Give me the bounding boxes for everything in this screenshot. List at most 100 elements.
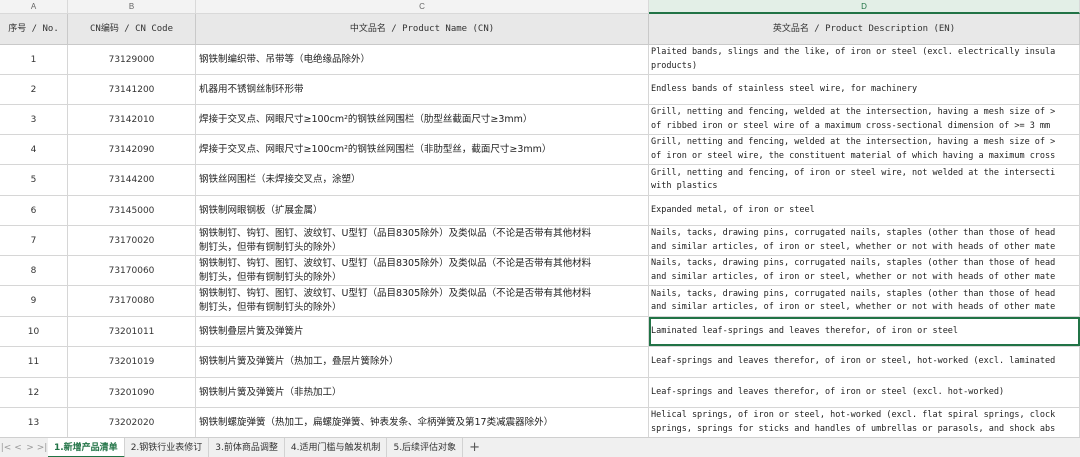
column-letter-bar: A B C D <box>0 0 1080 14</box>
cell-no[interactable]: 7 <box>0 226 68 255</box>
cell-product-name-cn[interactable]: 钢铁制片簧及弹簧片（热加工，叠层片簧除外） <box>196 347 649 377</box>
cell-product-name-cn[interactable]: 钢铁丝网围栏（未焊接交叉点，涂塑） <box>196 165 649 195</box>
cell-cn-code[interactable]: 73142090 <box>68 135 196 164</box>
cell-no[interactable]: 10 <box>0 317 68 346</box>
column-letter-b[interactable]: B <box>68 0 196 14</box>
cell-text-line: Nails, tacks, drawing pins, corrugated n… <box>651 288 1056 299</box>
cell-text-line: 钢铁丝网围栏（未焊接交叉点，涂塑） <box>199 174 361 185</box>
cell-product-name-cn[interactable]: 机器用不锈钢丝制环形带 <box>196 75 649 104</box>
table-row: 12 73201090 钢铁制片簧及弹簧片（非热加工） Leaf-springs an… <box>0 378 1080 408</box>
cell-text-line: springs, springs for sticks and handles … <box>651 423 1056 434</box>
sheet-tab-3[interactable]: 3.前体商品调整 <box>209 437 285 457</box>
cell-text-line: 制钉头，但带有铜制钉头的除外） <box>199 302 342 313</box>
table-row: 5 73144200 钢铁丝网围栏（未焊接交叉点，涂塑） Grill, netting… <box>0 165 1080 196</box>
next-sheet-arrow-icon[interactable]: > <box>24 438 36 457</box>
sheet-tab-5[interactable]: 5.后续评估对象 <box>387 437 464 457</box>
cell-no[interactable]: 2 <box>0 75 68 104</box>
cell-product-description-en[interactable]: Leaf-springs and leaves therefor, of iro… <box>649 347 1080 377</box>
cell-text-line: 钢铁制片簧及弹簧片（非热加工） <box>199 386 342 398</box>
cell-no[interactable]: 5 <box>0 165 68 195</box>
cell-text-line: 钢铁制钉、钩钉、图钉、波纹钉、U型钉（品目8305除外）及类似品（不论是否带有其… <box>199 227 592 239</box>
cell-product-name-cn[interactable]: 钢铁制网眼钢板（扩展金属） <box>196 196 649 225</box>
cell-text-line: products) <box>651 60 698 71</box>
cell-no[interactable]: 6 <box>0 196 68 225</box>
add-sheet-icon[interactable]: + <box>463 438 486 457</box>
cell-no[interactable]: 8 <box>0 256 68 285</box>
cell-no[interactable]: 4 <box>0 135 68 164</box>
cell-text-line: 制钉头，但带有铜制钉头的除外） <box>199 271 342 283</box>
cell-text-line: 制钉头，但带有铜制钉头的除外） <box>199 241 342 253</box>
cell-text-line: 机器用不锈钢丝制环形带 <box>199 83 304 95</box>
cell-cn-code[interactable]: 73201011 <box>68 317 196 346</box>
cell-product-description-en[interactable]: Plaited bands, slings and the like, of i… <box>649 45 1080 74</box>
cell-product-description-en[interactable]: Grill, netting and fencing, welded at th… <box>649 105 1080 134</box>
cell-cn-code[interactable]: 73201090 <box>68 378 196 407</box>
cell-product-name-cn[interactable]: 钢铁制钉、钩钉、图钉、波纹钉、U型钉（品目8305除外）及类似品（不论是否带有其… <box>196 226 649 255</box>
cell-product-description-en[interactable]: Nails, tacks, drawing pins, corrugated n… <box>649 286 1080 316</box>
cell-product-name-cn[interactable]: 焊接于交叉点、网眼尺寸≥100cm²的钢铁丝网围栏（非肋型丝，截面尺寸≥3mm） <box>196 135 649 164</box>
cell-product-name-cn[interactable]: 焊接于交叉点、网眼尺寸≥100cm²的钢铁丝网围栏（肋型丝截面尺寸≥3mm） <box>196 105 649 134</box>
cell-text-line: Helical springs, of iron or steel, hot-w… <box>651 410 1056 420</box>
cell-cn-code[interactable]: 73141200 <box>68 75 196 104</box>
table-row: 1 73129000 钢铁制编织带、吊带等（电绝缘品除外） Plaited bands… <box>0 45 1080 75</box>
cell-product-name-cn[interactable]: 钢铁制钉、钩钉、图钉、波纹钉、U型钉（品目8305除外）及类似品（不论是否带有其… <box>196 286 649 316</box>
header-cn-code[interactable]: CN编码 / CN Code <box>68 14 196 45</box>
column-letter-a[interactable]: A <box>0 0 68 14</box>
cell-cn-code[interactable]: 73201019 <box>68 347 196 377</box>
sheet-tab-4[interactable]: 4.适用门槛与触发机制 <box>285 437 388 457</box>
cell-cn-code[interactable]: 73144200 <box>68 165 196 195</box>
header-row: 序号 / No. CN编码 / CN Code 中文品名 / Product N… <box>0 14 1080 45</box>
cell-no[interactable]: 3 <box>0 105 68 134</box>
cell-product-description-en[interactable]: Endless bands of stainless steel wire, f… <box>649 75 1080 104</box>
cell-cn-code[interactable]: 73145000 <box>68 196 196 225</box>
cell-product-name-cn[interactable]: 钢铁制钉、钩钉、图钉、波纹钉、U型钉（品目8305除外）及类似品（不论是否带有其… <box>196 256 649 285</box>
cell-no[interactable]: 11 <box>0 347 68 377</box>
cell-cn-code[interactable]: 73170080 <box>68 286 196 316</box>
header-no[interactable]: 序号 / No. <box>0 14 68 45</box>
cell-product-description-en[interactable]: Grill, netting and fencing, welded at th… <box>649 135 1080 164</box>
cell-text-line: 钢铁制钉、钩钉、图钉、波纹钉、U型钉（品目8305除外）及类似品（不论是否带有其… <box>199 288 592 299</box>
cell-text-line: of ribbed iron or steel wire of a maximu… <box>651 120 1051 131</box>
table-row: 7 73170020 钢铁制钉、钩钉、图钉、波纹钉、U型钉（品目8305除外）及类似… <box>0 226 1080 256</box>
header-product-name-cn[interactable]: 中文品名 / Product Name (CN) <box>196 14 649 45</box>
last-sheet-arrow-icon[interactable]: >| <box>36 438 48 457</box>
cell-product-name-cn[interactable]: 钢铁制叠层片簧及弹簧片 <box>196 317 649 346</box>
first-sheet-arrow-icon[interactable]: |< <box>0 438 12 457</box>
cell-product-description-en[interactable]: Helical springs, of iron or steel, hot-w… <box>649 408 1080 437</box>
cell-product-description-en[interactable]: Nails, tacks, drawing pins, corrugated n… <box>649 226 1080 255</box>
cell-cn-code[interactable]: 73170060 <box>68 256 196 285</box>
cell-no[interactable]: 9 <box>0 286 68 316</box>
cell-no[interactable]: 1 <box>0 45 68 74</box>
cell-cn-code[interactable]: 73202020 <box>68 408 196 437</box>
cell-no[interactable]: 12 <box>0 378 68 407</box>
cell-product-description-en[interactable]: Leaf-springs and leaves therefor, of iro… <box>649 378 1080 407</box>
cell-text-line: Nails, tacks, drawing pins, corrugated n… <box>651 258 1056 268</box>
cell-text-line: Expanded metal, of iron or steel <box>651 204 815 215</box>
cell-cn-code[interactable]: 73129000 <box>68 45 196 74</box>
cell-product-description-en[interactable]: Laminated leaf-springs and leaves theref… <box>649 317 1080 346</box>
sheet-tab-bar: |< < > >| 1.新增产品清单 2.钢铁行业表修订 3.前体商品调整 4.… <box>0 437 1080 457</box>
cell-cn-code[interactable]: 73142010 <box>68 105 196 134</box>
cell-text-line: 焊接于交叉点、网眼尺寸≥100cm²的钢铁丝网围栏（非肋型丝，截面尺寸≥3mm） <box>199 143 552 155</box>
cell-product-description-en[interactable]: Nails, tacks, drawing pins, corrugated n… <box>649 256 1080 285</box>
cell-text-line: with plastics <box>651 181 718 191</box>
sheet-tab-2[interactable]: 2.钢铁行业表修订 <box>125 437 210 457</box>
prev-sheet-arrow-icon[interactable]: < <box>12 438 24 457</box>
table-row: 11 73201019 钢铁制片簧及弹簧片（热加工，叠层片簧除外） Leaf-spri… <box>0 347 1080 378</box>
cell-text-line: Leaf-springs and leaves therefor, of iro… <box>651 386 1005 397</box>
cell-product-description-en[interactable]: Expanded metal, of iron or steel <box>649 196 1080 225</box>
column-letter-c[interactable]: C <box>196 0 649 14</box>
cell-text-line: Laminated leaf-springs and leaves theref… <box>651 325 959 336</box>
cell-text-line: 钢铁制编织带、吊带等（电绝缘品除外） <box>199 53 371 65</box>
cell-product-description-en[interactable]: Grill, netting and fencing, of iron or s… <box>649 165 1080 195</box>
sheet-tab-1[interactable]: 1.新增产品清单 <box>48 437 125 457</box>
header-product-description-en[interactable]: 英文品名 / Product Description (EN) <box>649 14 1080 45</box>
cell-product-name-cn[interactable]: 钢铁制编织带、吊带等（电绝缘品除外） <box>196 45 649 74</box>
cell-product-name-cn[interactable]: 钢铁制片簧及弹簧片（非热加工） <box>196 378 649 407</box>
column-letter-d[interactable]: D <box>649 0 1080 14</box>
cell-text-line: 钢铁制叠层片簧及弹簧片 <box>199 325 304 337</box>
cell-no[interactable]: 13 <box>0 408 68 437</box>
cell-text-line: Grill, netting and fencing, welded at th… <box>651 107 1056 117</box>
cell-product-name-cn[interactable]: 钢铁制螺旋弹簧（热加工，扁螺旋弹簧、钟表发条、伞柄弹簧及第17类减震器除外） <box>196 408 649 437</box>
cell-cn-code[interactable]: 73170020 <box>68 226 196 255</box>
